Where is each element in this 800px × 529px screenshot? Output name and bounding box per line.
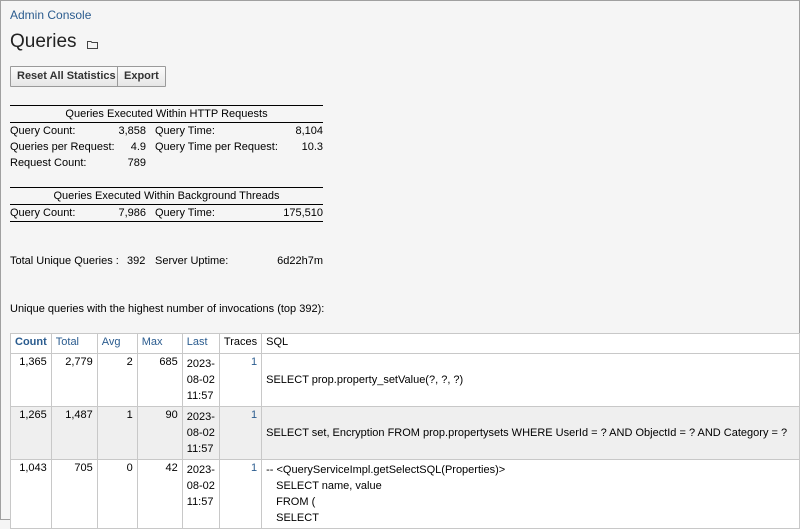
col-header-traces: Traces [218,333,263,354]
export-button[interactable]: Export [117,66,166,87]
query-time-value: 8,104 [295,125,323,137]
cell-max: 90 [136,406,183,460]
request-count-value: 789 [127,157,146,169]
cell-last: 2023- 08-02 11:57 [181,353,220,407]
queries-per-request-value: 4.9 [130,141,146,153]
col-header-last[interactable]: Last [181,333,220,354]
bg-query-time-value: 175,510 [283,207,323,219]
table-row: 1,265 1,487 1 90 2023- 08-02 11:57 1 SEL… [10,406,800,460]
query-count-label: Query Count: [10,125,76,137]
cell-traces-link[interactable]: 1 [218,459,263,529]
cell-traces-link[interactable]: 1 [218,406,263,460]
cell-avg: 0 [96,459,138,529]
http-stats-header: Queries Executed Within HTTP Requests [10,105,323,123]
cell-last: 2023- 08-02 11:57 [181,406,220,460]
col-header-total[interactable]: Total [50,333,98,354]
table-row: 1,365 2,779 2 685 2023- 08-02 11:57 1 SE… [10,353,800,407]
cell-sql: SELECT prop.property_setValue(?, ?, ?) [261,353,800,407]
table-header-row: Count Total Avg Max Last Traces SQL [10,333,800,354]
title-row: Queries [10,31,98,53]
request-count-label: Request Count: [10,157,87,169]
server-uptime-label: Server Uptime: [155,255,229,267]
bg-query-count-value: 7,986 [118,207,146,219]
table-intro: Unique queries with the highest number o… [10,303,325,315]
cell-last: 2023- 08-02 11:57 [181,459,220,529]
cell-sql: SELECT set, Encryption FROM prop.propert… [261,406,800,460]
total-unique-queries-label: Total Unique Queries : [10,255,119,267]
table-row: 1,043 705 0 42 2023- 08-02 11:57 1 -- <Q… [10,459,800,529]
totals-row: Total Unique Queries : 392 Server Uptime… [10,255,323,271]
query-count-value: 3,858 [118,125,146,137]
col-header-max[interactable]: Max [136,333,183,354]
server-uptime-value: 6d22h7m [277,255,323,267]
cell-traces-link[interactable]: 1 [218,353,263,407]
page-title: Queries [10,31,77,52]
cell-avg: 1 [96,406,138,460]
cell-total: 705 [50,459,98,529]
cell-avg: 2 [96,353,138,407]
bg-query-time-label: Query Time: [155,207,215,219]
queries-per-request-label: Queries per Request: [10,141,115,153]
col-header-avg[interactable]: Avg [96,333,138,354]
bg-query-count-label: Query Count: [10,207,76,219]
query-time-label: Query Time: [155,125,215,137]
queries-table: Count Total Avg Max Last Traces SQL 1,36… [10,333,800,529]
cell-count: 1,043 [10,459,52,529]
http-requests-stats: Queries Executed Within HTTP Requests Qu… [10,105,323,171]
cell-count: 1,265 [10,406,52,460]
cell-max: 685 [136,353,183,407]
cell-total: 2,779 [50,353,98,407]
query-time-per-request-label: Query Time per Request: [155,141,278,153]
bg-stats-header: Queries Executed Within Background Threa… [10,187,323,205]
cell-sql: -- <QueryServiceImpl.getSelectSQL(Proper… [261,459,800,529]
breadcrumb-admin-console[interactable]: Admin Console [10,8,91,22]
total-unique-queries-value: 392 [127,255,146,267]
cell-count: 1,365 [10,353,52,407]
cell-max: 42 [136,459,183,529]
cell-total: 1,487 [50,406,98,460]
col-header-count[interactable]: Count [10,333,52,354]
col-header-sql: SQL [261,333,800,354]
reset-all-statistics-button[interactable]: Reset All Statistics [10,66,123,87]
folder-icon[interactable] [86,40,98,49]
query-time-per-request-value: 10.3 [301,141,323,153]
background-threads-stats: Queries Executed Within Background Threa… [10,187,323,222]
